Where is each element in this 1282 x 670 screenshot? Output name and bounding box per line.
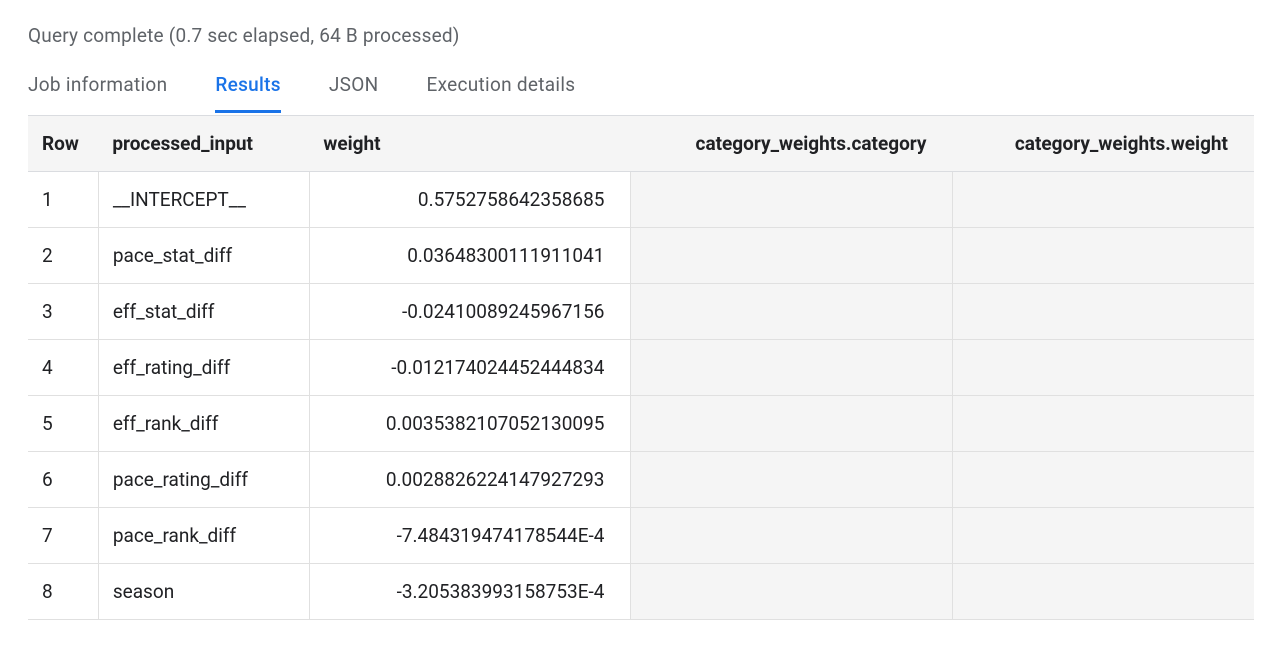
- cell-weight: 0.0035382107052130095: [309, 396, 631, 452]
- cell-category-weights-weight: [953, 228, 1255, 284]
- cell-row: 7: [28, 508, 98, 564]
- cell-category-weights-category: [631, 564, 953, 620]
- cell-weight: 0.03648300111911041: [309, 228, 631, 284]
- cell-category-weights-weight: [953, 340, 1255, 396]
- header-row: Row: [28, 116, 98, 172]
- cell-weight: -0.012174024452444834: [309, 340, 631, 396]
- cell-row: 6: [28, 452, 98, 508]
- cell-weight: -3.205383993158753E-4: [309, 564, 631, 620]
- header-category-weights-weight: category_weights.weight: [953, 116, 1255, 172]
- cell-weight: -7.484319474178544E-4: [309, 508, 631, 564]
- cell-category-weights-category: [631, 228, 953, 284]
- tab-job-information[interactable]: Job information: [28, 73, 167, 113]
- cell-processed-input: eff_rank_diff: [98, 396, 309, 452]
- table-row: 1__INTERCEPT__0.5752758642358685: [28, 172, 1254, 228]
- tab-json[interactable]: JSON: [329, 73, 379, 113]
- cell-processed-input: pace_rank_diff: [98, 508, 309, 564]
- cell-processed-input: season: [98, 564, 309, 620]
- query-status: Query complete (0.7 sec elapsed, 64 B pr…: [28, 24, 1254, 47]
- table-row: 3eff_stat_diff-0.02410089245967156: [28, 284, 1254, 340]
- header-weight: weight: [309, 116, 631, 172]
- table-row: 4eff_rating_diff-0.012174024452444834: [28, 340, 1254, 396]
- tab-results[interactable]: Results: [215, 73, 281, 113]
- cell-category-weights-category: [631, 284, 953, 340]
- cell-processed-input: pace_stat_diff: [98, 228, 309, 284]
- cell-processed-input: __INTERCEPT__: [98, 172, 309, 228]
- cell-processed-input: eff_rating_diff: [98, 340, 309, 396]
- table-header-row: Row processed_input weight category_weig…: [28, 116, 1254, 172]
- table-row: 2pace_stat_diff0.03648300111911041: [28, 228, 1254, 284]
- tab-execution-details[interactable]: Execution details: [426, 73, 575, 113]
- cell-processed-input: eff_stat_diff: [98, 284, 309, 340]
- header-category-weights-category: category_weights.category: [631, 116, 953, 172]
- cell-category-weights-category: [631, 172, 953, 228]
- results-table: Row processed_input weight category_weig…: [28, 116, 1254, 620]
- cell-category-weights-weight: [953, 172, 1255, 228]
- cell-category-weights-weight: [953, 284, 1255, 340]
- cell-weight: -0.02410089245967156: [309, 284, 631, 340]
- cell-row: 2: [28, 228, 98, 284]
- table-row: 7pace_rank_diff-7.484319474178544E-4: [28, 508, 1254, 564]
- table-row: 8season-3.205383993158753E-4: [28, 564, 1254, 620]
- cell-category-weights-category: [631, 340, 953, 396]
- cell-category-weights-category: [631, 508, 953, 564]
- cell-row: 4: [28, 340, 98, 396]
- cell-category-weights-weight: [953, 452, 1255, 508]
- cell-row: 8: [28, 564, 98, 620]
- cell-row: 5: [28, 396, 98, 452]
- cell-row: 3: [28, 284, 98, 340]
- cell-category-weights-weight: [953, 508, 1255, 564]
- cell-weight: 0.5752758642358685: [309, 172, 631, 228]
- tabs-bar: Job information Results JSON Execution d…: [28, 73, 1254, 113]
- cell-row: 1: [28, 172, 98, 228]
- cell-processed-input: pace_rating_diff: [98, 452, 309, 508]
- cell-category-weights-category: [631, 396, 953, 452]
- table-row: 5eff_rank_diff0.0035382107052130095: [28, 396, 1254, 452]
- cell-category-weights-weight: [953, 564, 1255, 620]
- results-table-wrap: Row processed_input weight category_weig…: [28, 115, 1254, 620]
- cell-weight: 0.0028826224147927293: [309, 452, 631, 508]
- cell-category-weights-category: [631, 452, 953, 508]
- table-row: 6pace_rating_diff0.0028826224147927293: [28, 452, 1254, 508]
- cell-category-weights-weight: [953, 396, 1255, 452]
- header-processed-input: processed_input: [98, 116, 309, 172]
